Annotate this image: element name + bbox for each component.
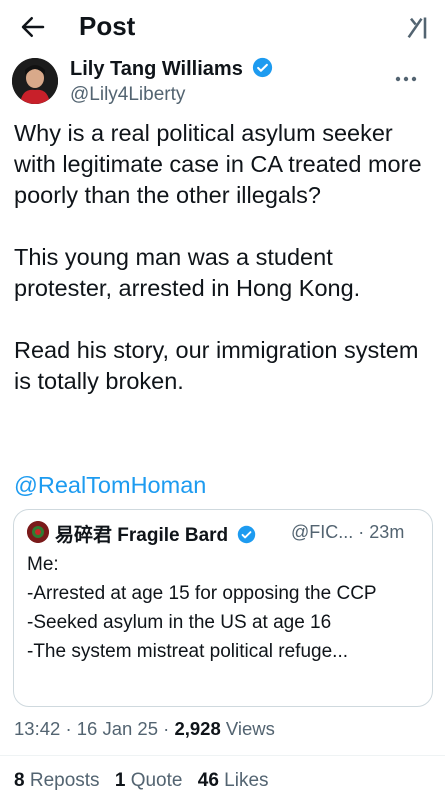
more-options-icon[interactable] bbox=[392, 70, 420, 88]
grok-icon[interactable] bbox=[404, 14, 432, 42]
quoted-author-name-text: 易碎君 Fragile Bard bbox=[55, 525, 229, 546]
engagement-stats: 8 Reposts 1 Quote 46 Likes bbox=[14, 770, 279, 792]
post-time: 13:42 bbox=[14, 718, 61, 739]
likes-count[interactable]: 46 bbox=[198, 770, 219, 791]
top-bar: Post bbox=[0, 0, 445, 54]
views-label: Views bbox=[225, 718, 275, 739]
post-meta: 13:42 · 16 Jan 25 · 2,928 Views bbox=[14, 718, 275, 740]
reposts-label[interactable]: Reposts bbox=[30, 770, 100, 791]
divider bbox=[0, 755, 445, 756]
quotes-stat[interactable]: 1 Quote bbox=[115, 770, 188, 791]
reposts-count[interactable]: 8 bbox=[14, 770, 25, 791]
back-arrow-icon[interactable] bbox=[18, 12, 48, 42]
quoted-avatar bbox=[27, 521, 49, 543]
page-title: Post bbox=[79, 11, 136, 41]
mention-link[interactable]: @RealTomHoman bbox=[14, 470, 206, 501]
views-count: 2,928 bbox=[174, 718, 221, 739]
quoted-post[interactable]: 易碎君 Fragile Bard @FIC... · 23m Me: -Arre… bbox=[13, 509, 433, 707]
reposts-stat[interactable]: 8 Reposts bbox=[14, 770, 105, 791]
post-text: Why is a real political asylum seeker wi… bbox=[14, 120, 422, 394]
likes-stat[interactable]: 46 Likes bbox=[198, 770, 269, 791]
author-name[interactable]: Lily Tang Williams bbox=[70, 57, 273, 81]
quotes-count[interactable]: 1 bbox=[115, 770, 126, 791]
quoted-time: · 23m bbox=[358, 522, 405, 542]
post-date: · 16 Jan 25 · bbox=[65, 718, 170, 739]
author-name-text[interactable]: Lily Tang Williams bbox=[70, 58, 243, 80]
verified-badge-icon bbox=[253, 57, 273, 78]
quoted-handle-time: @FIC... · 23m bbox=[291, 522, 404, 543]
author-handle[interactable]: @Lily4Liberty bbox=[70, 84, 185, 106]
quotes-label[interactable]: Quote bbox=[131, 770, 183, 791]
quoted-author-name: 易碎君 Fragile Bard bbox=[55, 520, 256, 547]
quoted-verified-badge-icon bbox=[238, 525, 256, 544]
quoted-text: Me: -Arrested at age 15 for opposing the… bbox=[27, 554, 377, 662]
quoted-handle: @FIC... bbox=[291, 522, 354, 542]
avatar[interactable] bbox=[12, 58, 58, 104]
likes-label[interactable]: Likes bbox=[224, 770, 268, 791]
